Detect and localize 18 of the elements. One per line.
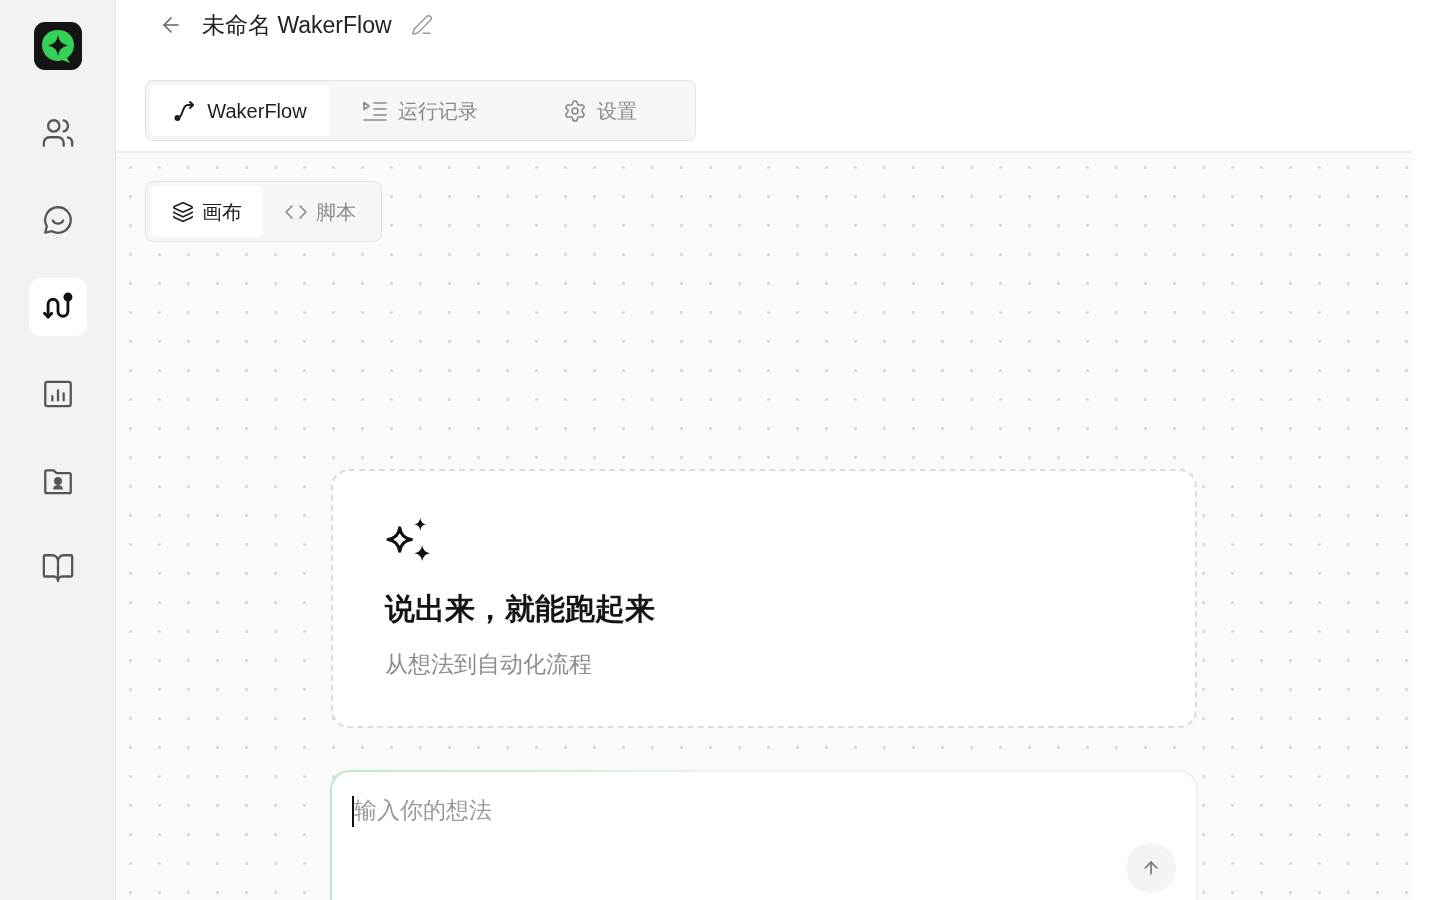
tab[interactable]: 设置	[510, 85, 690, 136]
pencil-icon	[410, 14, 433, 36]
sparkles-icon	[385, 517, 432, 562]
tab[interactable]: WakerFlow	[150, 85, 330, 136]
flow-title: 未命名 WakerFlow	[202, 10, 392, 40]
open-book-icon	[40, 551, 75, 585]
layers-icon	[171, 200, 194, 223]
view-tab[interactable]: 脚本	[263, 186, 376, 237]
users-icon	[40, 116, 75, 150]
sidebar-nav-button[interactable]	[28, 278, 87, 336]
settings-icon	[563, 98, 587, 123]
text-cursor	[352, 796, 354, 827]
empty-state-heading: 说出来，就能跑起来	[385, 591, 655, 627]
app-logo-icon	[33, 22, 82, 70]
rename-button[interactable]	[409, 13, 434, 37]
view-tab[interactable]: 画布	[150, 186, 263, 237]
empty-state-subtitle: 从想法到自动化流程	[385, 650, 592, 679]
tab[interactable]: 运行记录	[330, 85, 510, 136]
